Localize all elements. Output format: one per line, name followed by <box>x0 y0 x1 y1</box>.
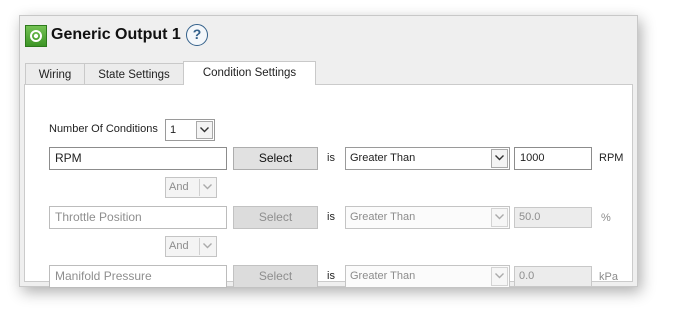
chevron-down-icon[interactable] <box>491 267 508 286</box>
tab-state-settings[interactable]: State Settings <box>84 63 184 85</box>
power-icon <box>25 25 47 47</box>
chevron-down-icon[interactable] <box>199 179 215 196</box>
select-button-1[interactable]: Select <box>233 147 318 170</box>
unit-label-2: % <box>601 212 611 224</box>
is-label-2: is <box>327 211 335 223</box>
help-icon[interactable]: ? <box>186 24 208 46</box>
unit-label-1: RPM <box>599 152 624 164</box>
select-button-2[interactable]: Select <box>233 206 318 229</box>
page-title: Generic Output 1 <box>51 26 181 43</box>
tab-condition-settings[interactable]: Condition Settings <box>183 61 316 85</box>
operator-value-3: Greater Than <box>350 270 416 282</box>
chevron-down-icon[interactable] <box>491 149 508 168</box>
connector-value-2: And <box>169 240 189 252</box>
condition-settings-panel: Number Of Conditions 1 RPM Select is Gre… <box>24 84 633 288</box>
operator-select-3[interactable]: Greater Than <box>345 265 510 288</box>
header: Generic Output 1 ? <box>20 16 637 56</box>
generic-output-window: Generic Output 1 ? Wiring State Settings… <box>19 15 638 288</box>
num-conditions-select[interactable]: 1 <box>165 119 215 141</box>
value-input-3[interactable]: 0.0 <box>514 266 592 287</box>
operator-select-2[interactable]: Greater Than <box>345 206 510 229</box>
connector-select-2[interactable]: And <box>165 236 217 257</box>
chevron-down-icon[interactable] <box>491 208 508 227</box>
value-input-1[interactable]: 1000 <box>514 147 592 170</box>
channel-field-2[interactable]: Throttle Position <box>49 206 227 229</box>
channel-field-1[interactable]: RPM <box>49 147 227 170</box>
num-conditions-label: Number Of Conditions <box>49 123 158 135</box>
unit-label-3: kPa <box>599 271 618 283</box>
operator-select-1[interactable]: Greater Than <box>345 147 510 170</box>
value-input-2[interactable]: 50.0 <box>514 207 592 228</box>
num-conditions-value: 1 <box>170 124 177 136</box>
channel-field-3[interactable]: Manifold Pressure <box>49 265 227 288</box>
select-button-3[interactable]: Select <box>233 265 318 288</box>
chevron-down-icon[interactable] <box>196 121 213 139</box>
connector-value-1: And <box>169 181 189 193</box>
tab-wiring[interactable]: Wiring <box>25 63 85 85</box>
operator-value-2: Greater Than <box>350 211 416 223</box>
is-label-3: is <box>327 270 335 282</box>
connector-select-1[interactable]: And <box>165 177 217 198</box>
chevron-down-icon[interactable] <box>199 238 215 255</box>
operator-value-1: Greater Than <box>350 152 416 164</box>
is-label-1: is <box>327 152 335 164</box>
